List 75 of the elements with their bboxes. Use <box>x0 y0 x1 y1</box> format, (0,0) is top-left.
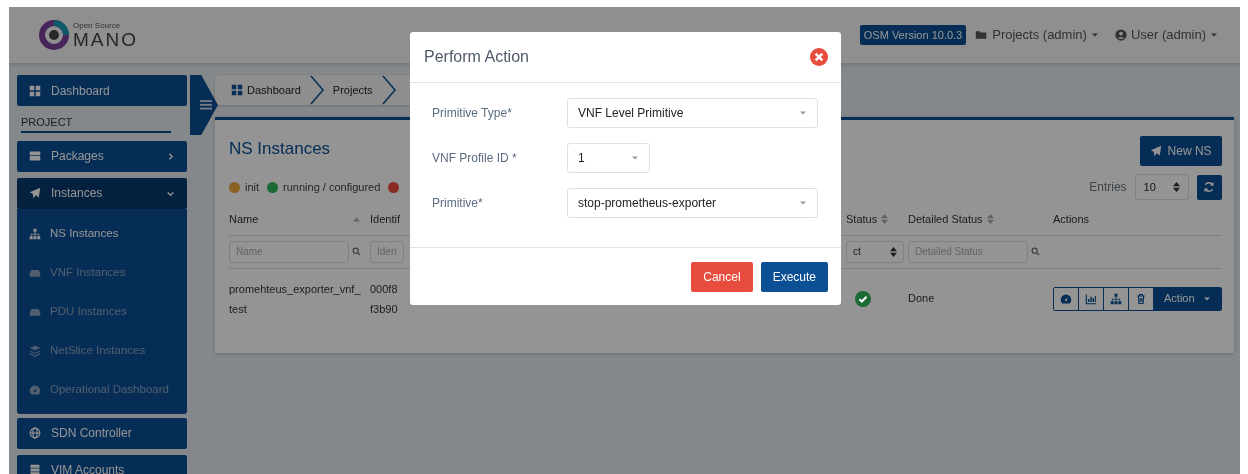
breadcrumb-link[interactable]: Dashboard <box>231 81 301 99</box>
select-field[interactable]: VNF Level Primitive <box>567 98 818 128</box>
version-badge: OSM Version 10.0.3 <box>859 24 967 46</box>
caret-icon <box>799 199 807 207</box>
select-field[interactable]: 1 <box>567 143 650 173</box>
hard-drive-icon <box>29 306 41 318</box>
trash-icon <box>1135 292 1147 305</box>
select-field[interactable]: stop-prometheus-exporter <box>567 188 818 218</box>
caret-icon <box>631 154 639 162</box>
sidebar-item[interactable]: Instances <box>17 177 187 209</box>
cancel-button[interactable]: Cancel <box>691 261 753 292</box>
caret-icon <box>1090 31 1099 39</box>
close-icon <box>810 48 828 66</box>
projects-menu[interactable]: Projects (admin) <box>974 25 1099 45</box>
caret-icon <box>1210 31 1218 39</box>
filter-select[interactable]: ct <box>846 240 904 263</box>
user-icon <box>1114 29 1127 41</box>
sidebar-item[interactable]: VIM Accounts <box>17 454 187 474</box>
logo-subtitle: Open Source <box>73 21 122 30</box>
menu-icon <box>200 100 212 110</box>
action-dropdown[interactable]: Action <box>1154 287 1221 310</box>
close-button[interactable] <box>810 48 828 66</box>
box-icon <box>29 150 41 162</box>
execute-button[interactable]: Execute <box>760 261 828 292</box>
breadcrumb-link[interactable]: Projects <box>332 81 373 99</box>
layers-icon <box>29 345 41 357</box>
sidebar-subitem[interactable]: NS Instances <box>17 214 187 254</box>
search-icon <box>1031 247 1040 256</box>
sort-icon <box>890 246 897 257</box>
grid-icon <box>231 84 243 96</box>
sidebar-item[interactable]: SDN Controller <box>17 417 187 449</box>
field-label: VNF Profile ID * <box>432 150 518 167</box>
sidebar-item[interactable]: Dashboard <box>17 75 187 106</box>
chevron-icon <box>308 75 325 105</box>
sort-icon <box>1172 182 1180 192</box>
page-title: NS Instances <box>229 138 331 160</box>
legend-label: init <box>245 179 260 195</box>
new-ns-button[interactable]: New NS <box>1139 136 1222 166</box>
refresh-button[interactable] <box>1196 174 1222 200</box>
gauge-button[interactable] <box>1054 287 1079 310</box>
detailed-status: Done <box>908 291 935 307</box>
hard-drive-icon <box>29 267 41 279</box>
logo-icon <box>39 20 69 50</box>
sidebar-item[interactable]: Packages <box>17 140 187 172</box>
server-icon <box>29 464 41 474</box>
search-icon <box>352 247 361 256</box>
column-header: Name <box>229 212 260 227</box>
paper-plane-icon <box>29 187 41 199</box>
gauge-icon <box>1060 292 1072 305</box>
folder-icon <box>974 29 989 41</box>
chart-icon <box>1085 292 1097 305</box>
field-label: Primitive* <box>432 195 484 212</box>
entries-label: Entries <box>1089 179 1127 196</box>
column-header: Detailed Status <box>908 212 983 227</box>
grid-icon <box>29 84 41 97</box>
ns-name: promehteus_exporter_vnf_test <box>229 281 362 317</box>
refresh-icon <box>1203 181 1216 193</box>
column-header: Identif <box>370 212 400 227</box>
column-header: Actions <box>1053 212 1090 227</box>
sitemap-icon <box>1110 292 1122 305</box>
field-label: Primitive Type* <box>432 105 513 122</box>
ns-identifier: 000f8 f3b90 <box>370 281 398 317</box>
paper-plane-icon <box>1149 145 1162 157</box>
sidebar-toggle[interactable] <box>190 75 218 135</box>
modal-title: Perform Action <box>424 47 529 67</box>
legend-label: running / configured <box>283 179 381 195</box>
logo-title: MANO <box>73 29 138 49</box>
sitemap-icon <box>29 228 41 240</box>
entries-select[interactable]: 10 <box>1134 174 1189 200</box>
globe-icon <box>29 427 41 439</box>
gauge-icon <box>29 384 41 396</box>
user-menu[interactable]: User (admin) <box>1114 25 1218 45</box>
column-header: Status <box>846 212 878 227</box>
section-label: PROJECT <box>21 112 171 133</box>
chevron-icon <box>380 75 397 105</box>
